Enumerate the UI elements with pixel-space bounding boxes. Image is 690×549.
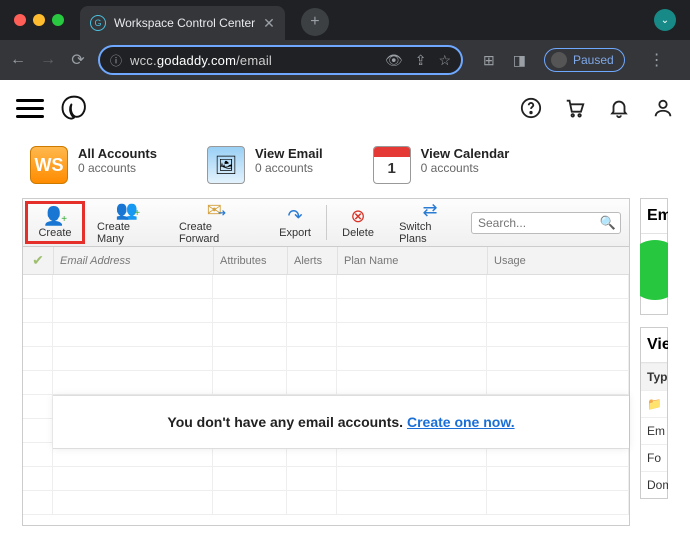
tab-favicon-icon: G	[90, 15, 106, 31]
view-email-icon: 🖼	[207, 146, 245, 184]
col-usage[interactable]: Usage	[487, 247, 629, 274]
side-block-1-title: Em	[641, 199, 667, 234]
search-input[interactable]	[471, 212, 621, 234]
summary-sub: 0 accounts	[421, 161, 510, 175]
summary-title: View Email	[255, 146, 323, 161]
create-forward-button[interactable]: ✉➜ Create Forward	[169, 199, 264, 246]
search-icon[interactable]: 🔍	[600, 215, 616, 231]
calendar-day: 1	[388, 160, 396, 177]
switch-icon: ⇄	[422, 201, 437, 219]
create-many-label: Create Many	[97, 221, 159, 245]
summary-view-email[interactable]: 🖼 View Email 0 accounts	[207, 146, 323, 184]
url-sub: wcc.	[130, 53, 157, 68]
select-all-checkbox[interactable]: ✔	[23, 252, 53, 269]
export-label: Export	[279, 227, 311, 239]
address-bar[interactable]: ⓘ wcc.godaddy.com/email 👁 ⇪ ☆	[98, 45, 463, 75]
site-info-icon[interactable]: ⓘ	[110, 52, 122, 69]
side-panels: Em Vie Typ 📁 Em Fo Dom	[640, 198, 668, 526]
empty-state-text: You don't have any email accounts.	[167, 414, 407, 430]
green-circle-icon	[640, 240, 668, 300]
new-tab-button[interactable]: +	[301, 8, 329, 36]
side-type-header: Typ	[641, 363, 667, 390]
window-controls	[14, 14, 64, 26]
window-close-button[interactable]	[14, 14, 26, 26]
page-content: WS All Accounts 0 accounts 🖼 View Email …	[0, 80, 690, 549]
side-row[interactable]: Dom	[641, 471, 667, 498]
side-block-2: Vie Typ 📁 Em Fo Dom	[640, 327, 668, 499]
switch-plans-button[interactable]: ⇄ Switch Plans	[389, 199, 471, 246]
summary-title: All Accounts	[78, 146, 157, 161]
delete-button[interactable]: ⊗ Delete	[327, 199, 389, 246]
summary-view-calendar[interactable]: 1 View Calendar 0 accounts	[373, 146, 510, 184]
reader-icon[interactable]: ◨	[513, 52, 526, 69]
summary-row: WS All Accounts 0 accounts 🖼 View Email …	[0, 136, 690, 198]
url-path: /email	[236, 53, 272, 68]
nav-reload-button[interactable]: ⟳	[68, 50, 88, 70]
user-add-icon: 👤+	[43, 207, 67, 225]
empty-state: You don't have any email accounts. Creat…	[53, 395, 629, 449]
col-email[interactable]: Email Address	[53, 247, 213, 274]
export-button[interactable]: ↷ Export	[264, 199, 326, 246]
paused-label: Paused	[573, 53, 614, 67]
summary-title: View Calendar	[421, 146, 510, 161]
summary-sub: 0 accounts	[78, 161, 157, 175]
users-add-icon: 👥+	[116, 201, 140, 219]
profile-paused-chip[interactable]: Paused	[544, 48, 625, 72]
panel-toolbar: 👤+ Create 👥+ Create Many ✉➜ Create Forwa…	[23, 199, 629, 247]
create-forward-label: Create Forward	[179, 221, 254, 245]
godaddy-logo-icon[interactable]	[60, 94, 88, 122]
side-row[interactable]: Fo	[641, 444, 667, 471]
toolbar-search: 🔍	[471, 199, 629, 246]
nav-back-button[interactable]: ←	[8, 51, 28, 69]
export-icon: ↷	[288, 207, 303, 225]
tab-close-button[interactable]: ✕	[263, 15, 275, 32]
col-plan[interactable]: Plan Name	[337, 247, 487, 274]
account-icon[interactable]	[652, 97, 674, 119]
bookmark-star-icon[interactable]: ☆	[438, 52, 451, 69]
create-label: Create	[38, 227, 71, 239]
col-attributes[interactable]: Attributes	[213, 247, 287, 274]
create-many-button[interactable]: 👥+ Create Many	[87, 199, 169, 246]
grid-body: You don't have any email accounts. Creat…	[23, 275, 629, 525]
create-button[interactable]: 👤+ Create	[25, 201, 85, 244]
site-header	[0, 80, 690, 136]
side-row[interactable]: 📁	[641, 390, 667, 417]
delete-label: Delete	[342, 227, 374, 239]
window-zoom-button[interactable]	[52, 14, 64, 26]
share-icon[interactable]: ⇪	[415, 52, 427, 69]
cart-icon[interactable]	[564, 97, 586, 119]
col-alerts[interactable]: Alerts	[287, 247, 337, 274]
browser-toolbar: ← → ⟳ ⓘ wcc.godaddy.com/email 👁 ⇪ ☆ ⊞ ◨ …	[0, 40, 690, 80]
side-block-1: Em	[640, 198, 668, 315]
menu-hamburger-button[interactable]	[16, 99, 44, 118]
nav-forward-button[interactable]: →	[38, 51, 58, 69]
browser-tab-strip: G Workspace Control Center ✕ + ⌄	[0, 0, 690, 40]
grid-header: ✔ Email Address Attributes Alerts Plan N…	[23, 247, 629, 275]
side-row[interactable]: Em	[641, 417, 667, 444]
summary-all-accounts[interactable]: WS All Accounts 0 accounts	[30, 146, 157, 184]
extensions-icon[interactable]: ⊞	[483, 52, 495, 69]
window-minimize-button[interactable]	[33, 14, 45, 26]
eye-off-icon[interactable]: 👁	[385, 52, 403, 69]
url-domain: godaddy.com	[157, 53, 236, 68]
all-accounts-icon: WS	[30, 146, 68, 184]
url-text: wcc.godaddy.com/email	[130, 53, 272, 68]
envelope-forward-icon: ✉➜	[207, 201, 226, 219]
browser-tab[interactable]: G Workspace Control Center ✕	[80, 6, 285, 40]
profile-avatar-icon[interactable]: ⌄	[654, 9, 676, 31]
tab-title: Workspace Control Center	[114, 16, 255, 30]
summary-sub: 0 accounts	[255, 161, 323, 175]
profile-dot-icon	[551, 52, 567, 68]
switch-plans-label: Switch Plans	[399, 221, 461, 245]
create-one-now-link[interactable]: Create one now.	[407, 414, 515, 430]
browser-menu-button[interactable]: ⋮	[649, 50, 665, 70]
view-calendar-icon: 1	[373, 146, 411, 184]
delete-icon: ⊗	[351, 207, 366, 225]
bell-icon[interactable]	[608, 97, 630, 119]
email-panel: 👤+ Create 👥+ Create Many ✉➜ Create Forwa…	[22, 198, 630, 526]
side-block-2-title: Vie	[641, 328, 667, 363]
help-icon[interactable]	[520, 97, 542, 119]
